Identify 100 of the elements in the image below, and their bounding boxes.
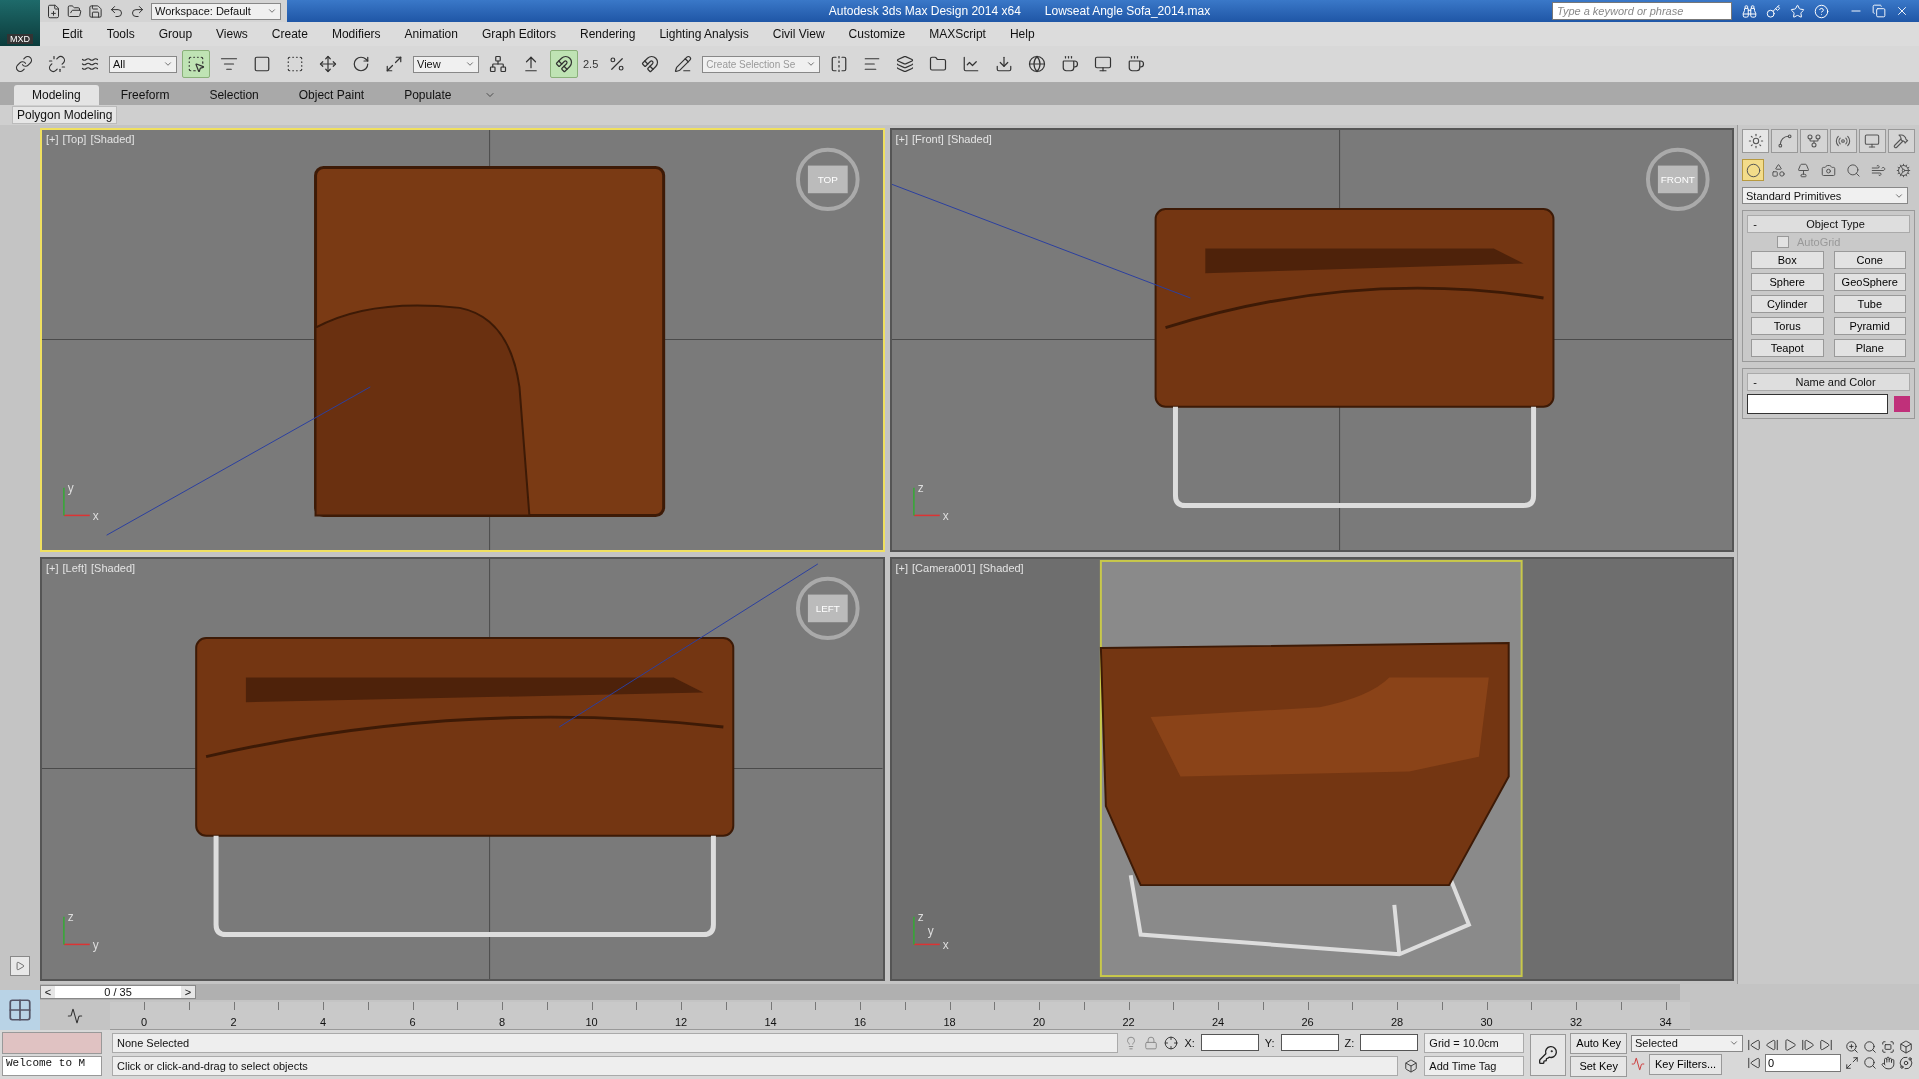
menu-item[interactable]: Views — [204, 27, 260, 41]
caret-icon[interactable] — [163, 59, 173, 69]
ribbon-tab[interactable]: Populate — [386, 85, 470, 105]
caret-icon[interactable] — [267, 6, 277, 16]
dashed-square-icon[interactable] — [286, 55, 304, 73]
selection-filter-dropdown[interactable]: All — [109, 55, 177, 73]
new-file-icon[interactable] — [46, 3, 61, 19]
menu-item[interactable]: Tools — [94, 27, 147, 41]
go-to-end-icon[interactable] — [1819, 1037, 1833, 1052]
close-icon[interactable] — [1895, 4, 1909, 18]
viewport-layout-button[interactable] — [0, 990, 40, 1030]
key-mode-dropdown[interactable]: Selected — [1631, 1034, 1743, 1052]
unlink-icon[interactable] — [48, 55, 66, 73]
z-field[interactable] — [1360, 1034, 1419, 1052]
primitive-button[interactable]: Torus — [1751, 317, 1824, 335]
panel-tab[interactable] — [1887, 129, 1916, 153]
rollout-header[interactable]: - Name and Color — [1747, 373, 1910, 391]
primitive-button[interactable]: Tube — [1833, 295, 1906, 313]
restore-icon[interactable] — [1872, 4, 1886, 18]
time-slider[interactable]: < 0 / 35 > — [40, 985, 196, 999]
primitive-button[interactable]: Pyramid — [1833, 317, 1906, 335]
color-swatch[interactable] — [1894, 396, 1910, 412]
redo-icon[interactable] — [130, 3, 145, 19]
viewport[interactable]: [+] [Top] [Shaded] TOP y x — [40, 128, 885, 552]
listener-output[interactable]: Welcome to M — [2, 1056, 102, 1076]
pan-icon[interactable] — [1881, 1055, 1895, 1070]
menu-item[interactable]: MAXScript — [917, 27, 998, 41]
caret-icon[interactable] — [465, 59, 475, 69]
save-icon[interactable] — [88, 3, 103, 19]
primitive-button[interactable]: Box — [1751, 251, 1824, 269]
menu-item[interactable]: Animation — [392, 27, 470, 41]
search-field[interactable]: Type a keyword or phrase — [1552, 2, 1732, 20]
menu-item[interactable]: Lighting Analysis — [647, 27, 761, 41]
viewport-label[interactable]: [Shaded] — [947, 133, 992, 145]
primitive-button[interactable]: Cone — [1833, 251, 1906, 269]
key-button[interactable] — [1530, 1033, 1567, 1076]
align-icon[interactable] — [863, 55, 882, 73]
menu-item[interactable]: Group — [146, 27, 205, 41]
percent-snap-icon[interactable] — [608, 55, 627, 73]
panel-tab[interactable] — [1742, 129, 1770, 153]
scale-icon[interactable] — [385, 55, 403, 73]
open-folder-icon[interactable] — [67, 3, 82, 19]
menu-item[interactable]: Help — [997, 27, 1047, 41]
binoculars-icon[interactable] — [1742, 3, 1757, 19]
viewport[interactable]: [+] [Left] [Shaded] LEFT z y — [40, 557, 885, 981]
primitive-type-dropdown[interactable]: Standard Primitives — [1742, 187, 1908, 204]
listener-field[interactable] — [2, 1032, 102, 1054]
panel-tab[interactable] — [1829, 129, 1857, 153]
primitive-button[interactable]: Sphere — [1751, 273, 1824, 291]
menu-item[interactable]: Create — [259, 27, 320, 41]
help-icon[interactable] — [1814, 3, 1829, 19]
primitive-button[interactable]: Teapot — [1751, 339, 1824, 357]
primitive-button[interactable]: Plane — [1833, 339, 1906, 357]
play-icon[interactable] — [1783, 1037, 1797, 1052]
primitive-button[interactable]: Cylinder — [1751, 295, 1824, 313]
category-button[interactable] — [1742, 159, 1764, 181]
ribbon-tab[interactable]: Modeling — [14, 85, 99, 105]
star-icon[interactable] — [1790, 3, 1805, 19]
track-bar[interactable]: 0 2 4 6 8 10 12 14 16 18 20 22 24 26 28 30 32 34 — [110, 1002, 1690, 1030]
rectangle-icon[interactable] — [253, 55, 271, 73]
rotate-icon[interactable] — [352, 55, 370, 73]
link-icon[interactable] — [15, 55, 33, 73]
undo-icon[interactable] — [109, 3, 124, 19]
select-object-icon[interactable] — [187, 55, 205, 73]
primitive-button[interactable]: GeoSphere — [1833, 273, 1906, 291]
viewport-label[interactable]: [Left] — [62, 562, 87, 574]
previous-frame-icon[interactable] — [1765, 1037, 1779, 1052]
layers-icon[interactable] — [896, 55, 915, 73]
box-icon[interactable] — [1404, 1059, 1419, 1074]
ribbon-tab[interactable]: Object Paint — [280, 85, 383, 105]
viewport-label[interactable]: [Front] — [912, 133, 944, 145]
ribbon-tab[interactable]: Freeform — [102, 85, 188, 105]
curve-editor-icon[interactable] — [962, 55, 981, 73]
y-field[interactable] — [1280, 1034, 1339, 1052]
add-time-tag[interactable]: Add Time Tag — [1424, 1056, 1525, 1077]
key-filters-button[interactable]: Key Filters... — [1649, 1053, 1723, 1075]
menu-item[interactable]: Modifiers — [319, 27, 393, 41]
curve-editor-icon[interactable] — [67, 1008, 83, 1024]
viewport-label[interactable]: [Shaded] — [90, 133, 135, 145]
workspace-dropdown[interactable]: Workspace: Default — [151, 2, 281, 20]
menu-item[interactable]: Graph Editors — [469, 27, 568, 41]
menu-item[interactable]: Rendering — [568, 27, 648, 41]
viewport-label[interactable]: [Camera001] — [912, 562, 976, 574]
next-frame-icon[interactable] — [1801, 1037, 1815, 1052]
viewport-label[interactable]: [+] — [895, 562, 909, 574]
move-icon[interactable] — [319, 55, 337, 73]
auto-key-button[interactable]: Auto Key — [1570, 1032, 1627, 1054]
play-button[interactable] — [10, 956, 30, 976]
go-to-start-icon[interactable] — [1747, 1037, 1761, 1052]
viewport[interactable]: [+] [Front] [Shaded] FRONT z x — [889, 128, 1734, 552]
orbit-icon[interactable] — [1899, 1055, 1913, 1070]
name-field[interactable] — [1747, 394, 1888, 414]
panel-tab[interactable] — [1771, 129, 1799, 153]
viewport-label[interactable]: [Shaded] — [91, 562, 136, 574]
panel-tab[interactable] — [1858, 129, 1886, 153]
rollout-header[interactable]: - Object Type — [1747, 215, 1910, 233]
frame-field[interactable]: 0 — [1765, 1053, 1841, 1072]
reference-coordinate-dropdown[interactable]: View — [413, 55, 479, 73]
viewport-label[interactable]: [Shaded] — [979, 562, 1024, 574]
panel-tab[interactable] — [1800, 129, 1828, 153]
